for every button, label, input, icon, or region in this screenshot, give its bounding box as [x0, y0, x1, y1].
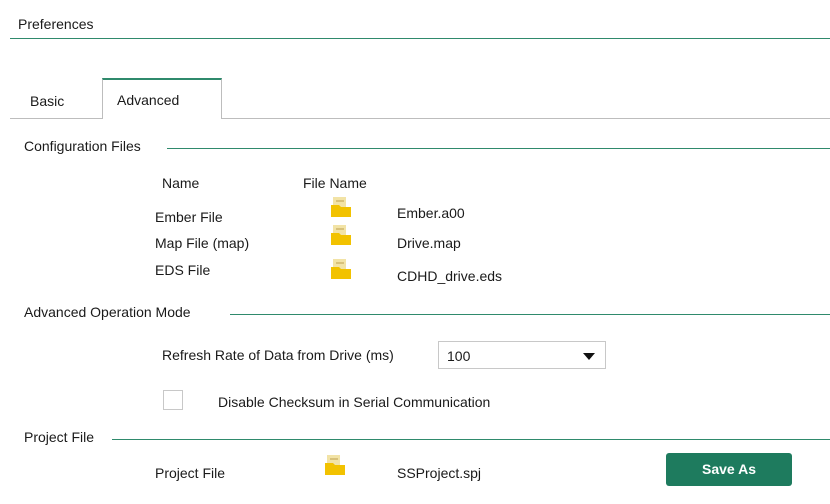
tab-advanced[interactable]: Advanced [102, 78, 222, 119]
folder-icon[interactable] [330, 196, 352, 218]
refresh-rate-dropdown[interactable]: 100 [438, 341, 606, 369]
title-divider [10, 38, 830, 39]
folder-icon[interactable] [324, 454, 346, 476]
tab-basic-label: Basic [30, 93, 65, 109]
row-file-map: Drive.map [397, 235, 461, 251]
column-header-file-name: File Name [303, 175, 367, 191]
refresh-rate-value: 100 [447, 348, 471, 364]
project-file-name: SSProject.spj [397, 465, 482, 481]
project-file-label: Project File [155, 465, 226, 481]
section-advanced-operation-mode-line [230, 314, 830, 315]
disable-checksum-label: Disable Checksum in Serial Communication [218, 394, 491, 410]
section-advanced-operation-mode: Advanced Operation Mode [24, 304, 191, 320]
active-tab-gap [103, 118, 221, 120]
refresh-rate-label: Refresh Rate of Data from Drive (ms) [162, 347, 394, 363]
row-name-map: Map File (map) [155, 235, 250, 251]
section-configuration-files-line [167, 148, 830, 149]
section-project-file: Project File [24, 429, 95, 445]
row-file-eds: CDHD_drive.eds [397, 268, 503, 284]
section-configuration-files: Configuration Files [24, 138, 141, 154]
section-project-file-line [112, 439, 830, 440]
chevron-down-icon [583, 353, 595, 360]
tab-advanced-label: Advanced [117, 92, 180, 108]
disable-checksum-checkbox[interactable] [163, 390, 183, 410]
page-title: Preferences [18, 16, 94, 32]
row-name-ember: Ember File [155, 209, 223, 225]
row-file-ember: Ember.a00 [397, 205, 465, 221]
row-name-eds: EDS File [155, 262, 211, 278]
folder-icon[interactable] [330, 224, 352, 246]
save-as-button[interactable]: Save As [666, 453, 792, 486]
tab-basic[interactable]: Basic [18, 78, 98, 118]
column-header-name: Name [162, 175, 200, 191]
folder-icon[interactable] [330, 258, 352, 280]
